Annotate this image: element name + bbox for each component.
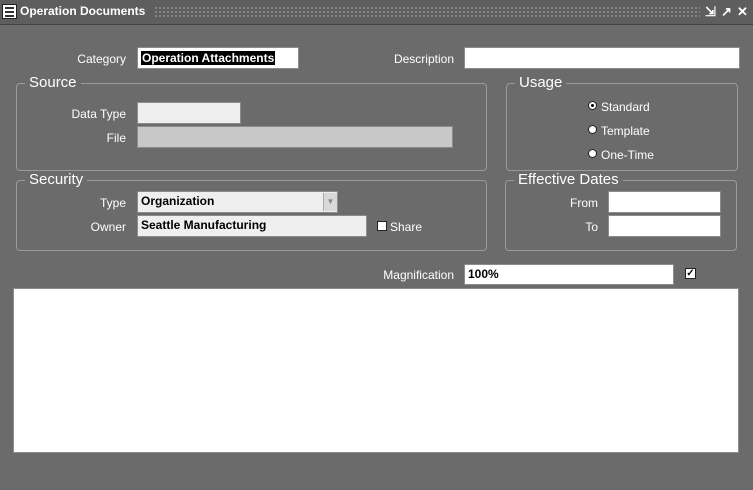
magnification-checkbox[interactable]: ✓ [685,268,696,279]
category-value: Operation Attachments [141,51,276,65]
description-field[interactable] [464,47,740,69]
type-value: Organization [141,194,215,208]
share-label: Share [390,220,423,234]
title-bar[interactable]: Operation Documents ⇲ ↗ ✕ [0,0,753,25]
effective-dates-title: Effective Dates [514,172,623,188]
magnification-label: Magnification [383,268,454,282]
category-field[interactable]: Operation Attachments [137,47,299,69]
description-label: Description [393,52,454,66]
type-select[interactable]: Organization ▼ [137,191,338,213]
usage-template-label: Template [601,124,650,138]
app-icon [2,4,17,19]
file-field[interactable] [137,126,453,148]
maximize-icon[interactable]: ↗ [720,4,733,19]
file-label: File [106,131,126,145]
to-label: To [585,220,598,234]
radio-template-icon[interactable] [588,125,597,134]
data-type-label: Data Type [71,107,126,121]
usage-option-one-time[interactable]: One-Time [588,148,668,162]
owner-field[interactable]: Seattle Manufacturing [137,215,367,237]
share-checkbox[interactable] [377,221,387,231]
title-bar-pattern [154,6,700,17]
usage-group-title: Usage [515,75,567,91]
radio-standard-icon[interactable] [588,101,597,110]
to-date-field[interactable] [608,215,721,237]
close-icon[interactable]: ✕ [736,4,749,19]
source-group-title: Source [25,75,81,91]
from-date-field[interactable] [608,191,721,213]
document-text-area[interactable] [13,288,739,453]
owner-label: Owner [90,220,126,234]
from-label: From [570,196,598,210]
usage-option-standard[interactable]: Standard [588,100,668,114]
radio-one-time-icon[interactable] [588,149,597,158]
category-label: Category [77,52,126,66]
magnification-field[interactable]: 100% [464,264,674,285]
usage-option-template[interactable]: Template [588,124,668,138]
usage-standard-label: Standard [601,100,650,114]
data-type-field[interactable] [137,102,241,124]
usage-one-time-label: One-Time [601,148,654,162]
security-group-title: Security [25,172,88,188]
window-title: Operation Documents [20,4,146,18]
type-label: Type [99,196,126,210]
chevron-down-icon[interactable]: ▼ [323,193,337,211]
minimize-icon[interactable]: ⇲ [704,4,717,19]
